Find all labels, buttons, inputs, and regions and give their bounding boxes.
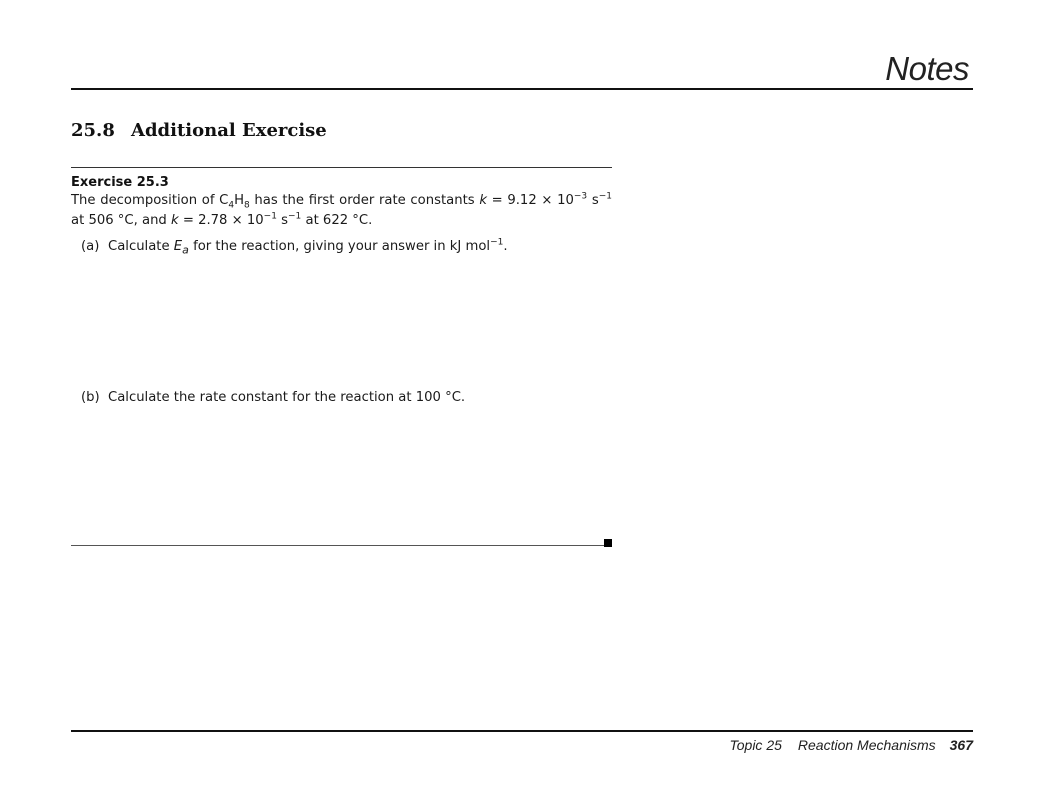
statement-text: s bbox=[587, 193, 599, 208]
footer-rule bbox=[71, 730, 973, 732]
exercise-statement: The decomposition of C4H8 has the first … bbox=[71, 191, 612, 231]
section-heading: 25.8 Additional Exercise bbox=[71, 120, 327, 141]
part-text: Calculate bbox=[108, 239, 174, 254]
exercise-title: Exercise 25.3 bbox=[71, 175, 169, 190]
end-of-exercise-square-icon bbox=[604, 539, 612, 547]
superscript: −3 bbox=[573, 191, 588, 202]
footer-topic: Topic 25 bbox=[729, 737, 782, 753]
part-label: (b) bbox=[81, 390, 100, 405]
part-text: . bbox=[503, 239, 508, 254]
statement-text: at 622 °C. bbox=[301, 213, 373, 228]
math-variable: E bbox=[173, 239, 183, 254]
page-number: 367 bbox=[949, 737, 973, 753]
part-label: (a) bbox=[81, 239, 100, 254]
statement-text: s bbox=[276, 213, 289, 228]
statement-text: The decomposition of C bbox=[71, 193, 229, 208]
exercise-part-a: (a) Calculate Ea for the reaction, giving… bbox=[81, 237, 508, 257]
exercise-part-b: (b) Calculate the rate constant for the r… bbox=[81, 390, 465, 405]
footer-chapter: Reaction Mechanisms bbox=[797, 737, 936, 753]
statement-text: = 9.12 × 10 bbox=[486, 193, 574, 208]
superscript: −1 bbox=[288, 211, 302, 222]
exercise-top-rule bbox=[71, 167, 612, 168]
math-variable: k bbox=[171, 213, 179, 228]
statement-text: = 2.78 × 10 bbox=[178, 213, 264, 228]
section-number: 25.8 bbox=[71, 120, 115, 141]
page-header-title: Notes bbox=[885, 50, 969, 87]
section-title: Additional Exercise bbox=[131, 120, 327, 141]
header-rule bbox=[71, 88, 973, 90]
part-text: Calculate the rate constant for the reac… bbox=[108, 390, 466, 405]
page-footer: Topic 25 Reaction Mechanisms 367 bbox=[729, 737, 973, 753]
statement-text: at 506 °C, and bbox=[71, 213, 171, 228]
part-text: for the reaction, giving your answer in … bbox=[188, 239, 491, 254]
superscript: −1 bbox=[598, 191, 612, 202]
math-variable: k bbox=[479, 193, 487, 208]
statement-text: has the first order rate constants bbox=[249, 193, 480, 208]
exercise-bottom-rule bbox=[71, 545, 605, 546]
subscript: a bbox=[182, 243, 189, 257]
statement-text: H bbox=[234, 193, 244, 208]
superscript: −1 bbox=[490, 237, 504, 248]
superscript: −1 bbox=[263, 211, 277, 222]
